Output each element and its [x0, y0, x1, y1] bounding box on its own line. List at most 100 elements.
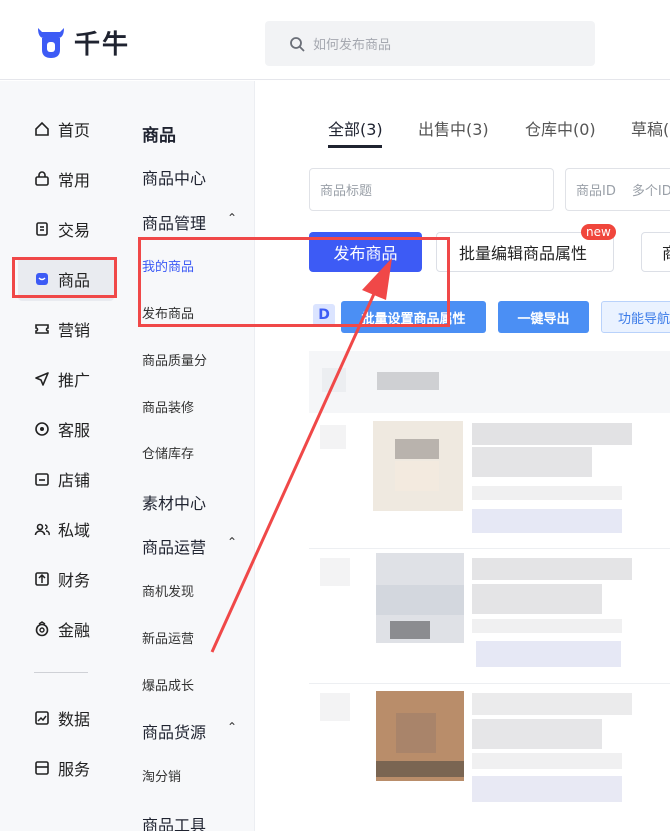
send-icon	[35, 372, 49, 386]
sidebar-item-private[interactable]: 私域	[34, 514, 90, 544]
sidebar-item-promotion[interactable]: 推广	[34, 364, 90, 394]
row-checkbox[interactable]	[320, 425, 346, 449]
tab-all[interactable]: 全部(3)	[328, 116, 383, 140]
sidebar-item-label: 店铺	[58, 471, 91, 490]
sidebar-item-label: 私域	[58, 521, 91, 540]
id-search-field[interactable]: 商品ID 多个ID,	[565, 168, 670, 211]
search-input[interactable]: 如何发布商品	[265, 21, 595, 66]
export-button[interactable]: 一键导出	[498, 301, 589, 333]
sidebar-item-label: 数据	[58, 710, 91, 729]
sidebar-item-finance[interactable]: 财务	[34, 564, 90, 594]
product-tags-blurred	[472, 509, 622, 533]
chevron-up-icon[interactable]: ⌃	[227, 211, 237, 225]
subnav-group-source[interactable]: 商品货源	[142, 719, 206, 743]
subnav-item-quality[interactable]: 商品质量分	[142, 350, 207, 369]
sidebar-item-banking[interactable]: 金融	[34, 614, 90, 644]
sidebar-item-marketing[interactable]: 营销	[34, 314, 90, 344]
sidebar-item-label: 金融	[58, 621, 91, 640]
new-badge: new	[581, 224, 616, 240]
chart-icon	[35, 711, 49, 725]
product-thumbnail[interactable]	[376, 691, 464, 781]
product-title-blurred	[472, 558, 632, 580]
title-search-field[interactable]: 商品标题	[309, 168, 554, 211]
row-separator	[309, 548, 670, 549]
sidebar-item-service-chat[interactable]: 客服	[34, 414, 90, 444]
document-icon	[36, 222, 48, 236]
tab-active-indicator	[328, 145, 382, 148]
subnav-item-distribution[interactable]: 淘分销	[142, 766, 181, 785]
product-subtitle-blurred	[472, 584, 602, 614]
header-cell-blurred	[377, 372, 439, 390]
search-placeholder: 如何发布商品	[313, 38, 392, 53]
id-placeholder: 多个ID,	[631, 184, 670, 199]
row-checkbox[interactable]	[320, 693, 350, 721]
subnav-group-operation[interactable]: 商品运营	[142, 534, 206, 558]
sidebar-item-label: 推广	[58, 371, 91, 390]
page: 千牛 如何发布商品 首页 常用 交易 商品 营销 推广 客服 店铺 私域 财务 …	[0, 0, 670, 831]
subnav-group-tools[interactable]: 商品工具	[142, 812, 206, 831]
chevron-up-icon[interactable]: ⌃	[227, 720, 237, 734]
sidebar-item-data[interactable]: 数据	[34, 703, 90, 733]
table-header	[309, 351, 670, 413]
subnav-item-product-center[interactable]: 商品中心	[142, 165, 206, 189]
subnav-item-decoration[interactable]: 商品装修	[142, 397, 194, 416]
sidebar-item-store[interactable]: 店铺	[34, 464, 90, 494]
product-title-blurred	[472, 423, 632, 445]
id-label: 商品ID	[576, 184, 616, 199]
sidebar-item-trade[interactable]: 交易	[34, 214, 90, 244]
bull-logo-icon	[38, 27, 64, 58]
subnav-item-inventory[interactable]: 仓储库存	[142, 443, 194, 462]
title-placeholder: 商品标题	[320, 184, 373, 199]
ticket-icon	[35, 324, 49, 334]
sidebar-item-label: 客服	[58, 421, 91, 440]
tab-warehouse[interactable]: 仓库中(0)	[525, 116, 596, 140]
product-title-blurred	[472, 693, 632, 715]
service-icon	[35, 761, 49, 775]
sidebar-item-home[interactable]: 首页	[34, 114, 90, 144]
subnav-item-hot-growth[interactable]: 爆品成长	[142, 675, 194, 694]
product-subtitle-blurred	[472, 447, 592, 477]
product-subtitle-blurred	[472, 719, 602, 749]
logo[interactable]: 千牛	[36, 24, 130, 61]
subnav-item-new-ops[interactable]: 新品运营	[142, 628, 194, 647]
chevron-up-icon[interactable]: ⌃	[227, 535, 237, 549]
product-thumbnail[interactable]	[373, 421, 463, 511]
tab-drafts[interactable]: 草稿(	[631, 116, 669, 140]
sidebar-divider	[34, 672, 88, 673]
product-meta-blurred	[472, 753, 622, 769]
product-meta-blurred	[472, 619, 622, 633]
sidebar: 首页 常用 交易 商品 营销 推广 客服 店铺 私域 财务 金融 数据 服务	[0, 81, 125, 831]
main-content: 全部(3) 出售中(3) 仓库中(0) 草稿( 商品标题 商品ID 多个ID, …	[256, 81, 670, 831]
sidebar-item-common[interactable]: 常用	[34, 164, 90, 194]
subnav-item-opportunity[interactable]: 商机发现	[142, 581, 194, 600]
product-meta-blurred	[472, 486, 622, 500]
more-action-button[interactable]: 商	[641, 232, 670, 272]
home-icon	[35, 121, 49, 136]
subnav-item-material[interactable]: 素材中心	[142, 490, 206, 514]
sidebar-item-label: 首页	[58, 121, 91, 140]
tab-on-sale[interactable]: 出售中(3)	[418, 116, 489, 140]
sidebar-item-label: 服务	[58, 760, 91, 779]
sidebar-item-label: 常用	[58, 171, 91, 190]
row-checkbox[interactable]	[320, 558, 350, 586]
sidebar-item-service[interactable]: 服务	[34, 753, 90, 783]
subnav-title: 商品	[142, 126, 176, 146]
subnav-group-product-manage[interactable]: 商品管理	[142, 210, 206, 234]
app-name: 千牛	[74, 30, 131, 60]
product-tags-blurred	[476, 641, 621, 667]
product-tags-blurred	[472, 776, 622, 802]
highlight-box-publish	[138, 237, 450, 327]
users-icon	[34, 523, 50, 536]
sub-sidebar: 商品 商品中心 商品管理 ⌃ 我的商品 发布商品 商品质量分 商品装修 仓储库存…	[125, 81, 255, 831]
sidebar-item-label: 财务	[58, 571, 91, 590]
row-separator	[309, 683, 670, 684]
select-all-checkbox[interactable]	[322, 368, 346, 392]
headset-icon	[35, 422, 49, 436]
search-icon	[290, 36, 305, 52]
sidebar-item-label: 营销	[58, 321, 91, 340]
store-icon	[35, 473, 49, 486]
coin-icon	[35, 621, 49, 637]
sidebar-item-label: 交易	[58, 221, 91, 240]
product-thumbnail[interactable]	[376, 553, 464, 643]
feature-guide-button[interactable]: 功能导航	[601, 301, 670, 333]
